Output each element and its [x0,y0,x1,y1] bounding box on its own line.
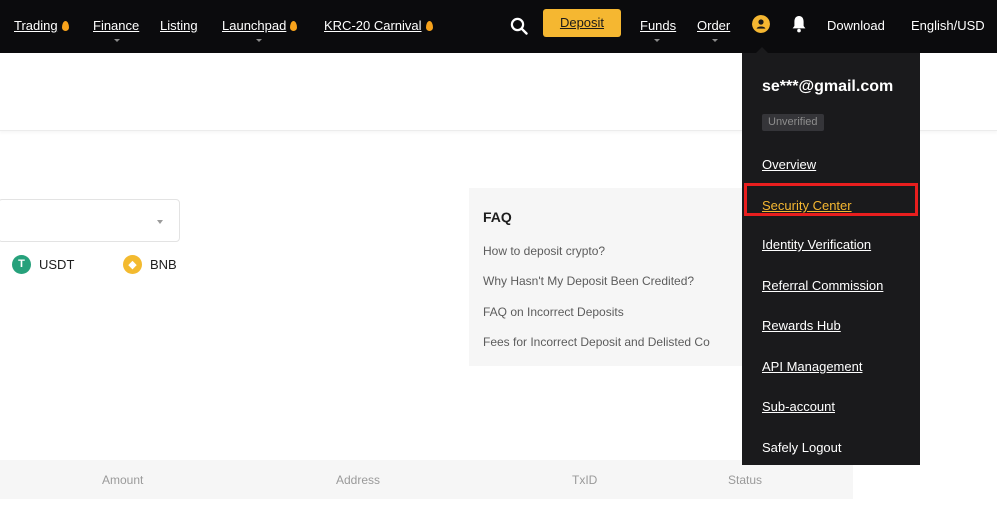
nav-funds[interactable]: Funds [640,18,676,34]
deposit-history-table-header: Amount Address TxID Status [0,460,853,499]
coin-select[interactable] [0,199,180,242]
chevron-down-icon [654,39,660,42]
coin-chip-bnb[interactable]: ◆ BNB [123,253,177,275]
menu-item-referral-commission[interactable]: Referral Commission [762,278,883,293]
user-menu-dropdown: se***@gmail.com Unverified Overview Secu… [742,53,920,465]
highlight-box [744,183,918,216]
faq-link[interactable]: FAQ on Incorrect Deposits [483,305,624,319]
flame-icon [290,21,298,31]
top-nav-bar: Trading Finance Listing Launchpad KRC-20… [0,0,997,53]
coin-label: USDT [39,256,75,272]
menu-item-rewards-hub[interactable]: Rewards Hub [762,318,841,333]
faq-link[interactable]: How to deposit crypto? [483,244,605,258]
menu-item-sub-account[interactable]: Sub-account [762,399,835,414]
chevron-down-icon [114,39,120,42]
column-header-txid: TxID [572,473,598,487]
column-header-amount: Amount [102,473,144,487]
menu-item-overview[interactable]: Overview [762,157,816,172]
flame-icon [61,21,69,31]
nav-trading-label: Trading [14,18,58,33]
menu-item-identity-verification[interactable]: Identity Verification [762,237,871,252]
flame-icon [425,21,433,31]
nav-order[interactable]: Order [697,18,730,34]
usdt-icon: T [12,254,31,274]
nav-carnival-label: KRC-20 Carnival [324,18,422,33]
faq-title: FAQ [483,209,512,225]
faq-panel: FAQ How to deposit crypto? Why Hasn't My… [469,188,743,366]
bell-icon[interactable] [791,14,807,34]
nav-listing[interactable]: Listing [160,18,198,34]
menu-item-api-management[interactable]: API Management [762,359,862,374]
nav-launchpad-label: Launchpad [222,18,287,33]
faq-link[interactable]: Why Hasn't My Deposit Been Credited? [483,274,694,288]
chevron-down-icon [712,39,718,42]
bnb-icon: ◆ [123,254,142,274]
nav-krc20-carnival[interactable]: KRC-20 Carnival [324,18,433,34]
coin-label: BNB [150,256,177,272]
menu-item-safely-logout[interactable]: Safely Logout [762,440,842,455]
chevron-down-icon [256,39,262,42]
verification-status-badge: Unverified [762,114,824,131]
chevron-down-icon [157,220,163,224]
coin-chip-usdt[interactable]: T USDT [12,253,74,275]
faq-link[interactable]: Fees for Incorrect Deposit and Delisted … [483,335,710,349]
deposit-button[interactable]: Deposit [543,9,621,37]
column-header-status: Status [728,473,763,487]
nav-launchpad[interactable]: Launchpad [222,18,298,34]
nav-trading[interactable]: Trading [14,18,69,34]
user-icon[interactable] [752,15,770,33]
user-email: se***@gmail.com [762,78,894,95]
search-icon[interactable] [510,17,528,35]
nav-locale[interactable]: English/USD [911,18,985,33]
nav-download[interactable]: Download [827,18,885,33]
column-header-address: Address [336,473,381,487]
nav-finance[interactable]: Finance [93,18,139,34]
